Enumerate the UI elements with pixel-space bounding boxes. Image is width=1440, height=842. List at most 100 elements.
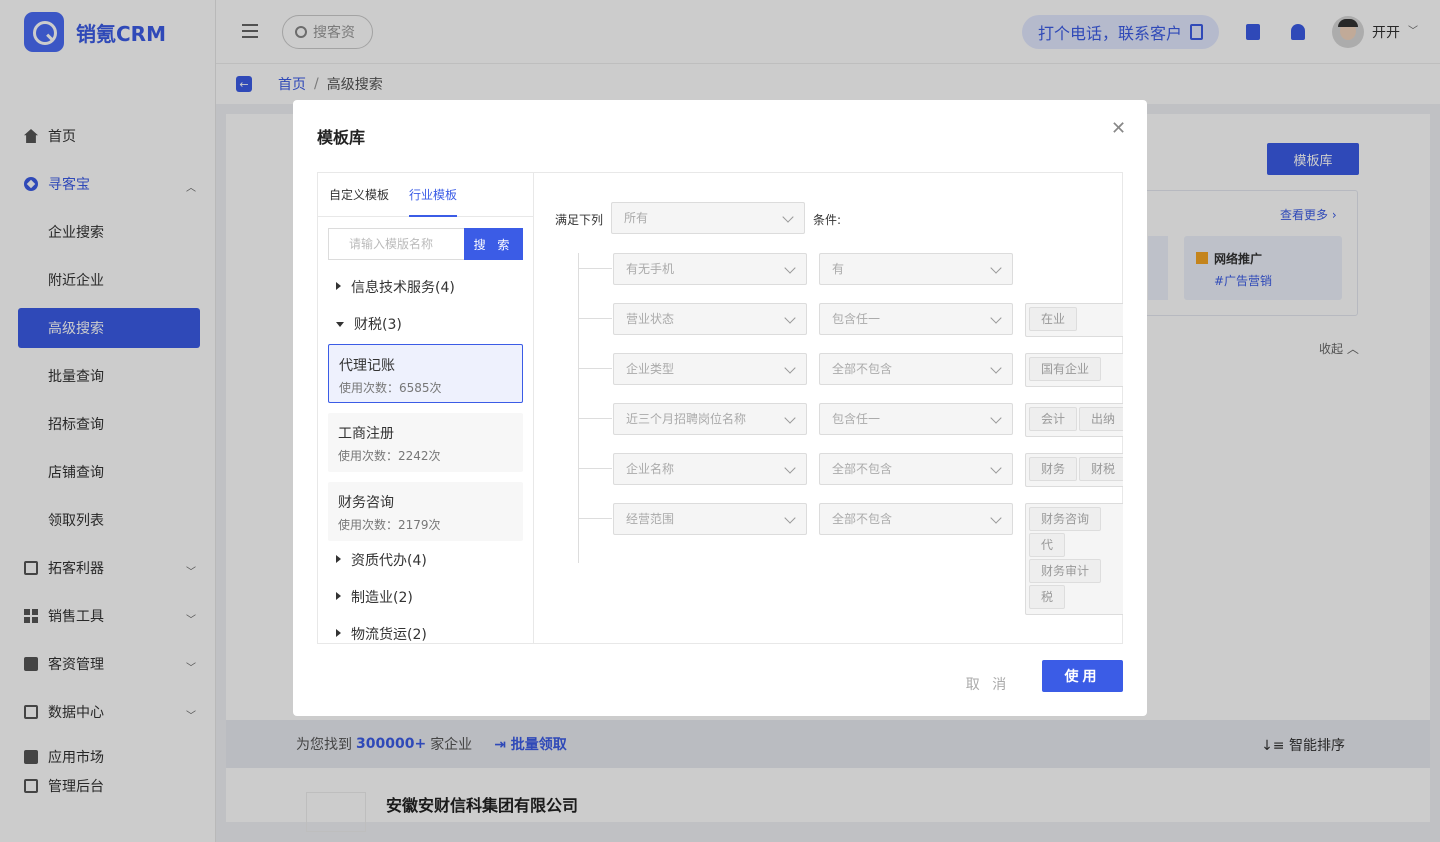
- template-rules-pane: 满足下列 所有 条件: 有无手机 有 营业状态 包含任一 在业 企业类型 全部不: [535, 173, 1123, 643]
- chevron-down-icon: [990, 362, 1002, 374]
- template-library-modal: 模板库 ✕ 自定义模板 行业模板 搜 索 信息技术服务(4) 财税(3) 代理记…: [293, 100, 1147, 716]
- template-name: 工商注册: [338, 426, 394, 442]
- caret-right-icon: [336, 629, 341, 637]
- rule-value-tag: 财务审计: [1029, 559, 1102, 583]
- chevron-down-icon: [784, 462, 796, 474]
- rule-value-tags[interactable]: 财务 财税: [1025, 453, 1123, 487]
- condition-mode-select[interactable]: 所有: [611, 202, 805, 234]
- category-label: 财税(3): [354, 317, 402, 333]
- rule-tree-connector: [578, 518, 612, 519]
- rule-value-tag: 代: [1029, 533, 1066, 557]
- chevron-down-icon: [784, 412, 796, 424]
- chevron-down-icon: [784, 362, 796, 374]
- category-label: 物流货运(2): [351, 627, 427, 643]
- rule-value-tags[interactable]: 会计 出纳: [1025, 403, 1123, 437]
- rule-tree-connector: [578, 418, 612, 419]
- caret-right-icon: [336, 282, 341, 290]
- rule-field-select[interactable]: 企业名称: [613, 453, 807, 485]
- template-card[interactable]: 代理记账 使用次数：6585次: [328, 344, 523, 403]
- condition-suffix: 条件:: [813, 213, 842, 227]
- chevron-down-icon: [990, 412, 1002, 424]
- chevron-down-icon: [990, 512, 1002, 524]
- template-usage: 使用次数：2242次: [338, 449, 441, 463]
- category-item[interactable]: 信息技术服务(4): [336, 277, 455, 297]
- chevron-down-icon: [784, 262, 796, 274]
- chevron-down-icon: [990, 312, 1002, 324]
- rule-operator-value: 全部不包含: [832, 462, 893, 476]
- category-label: 资质代办(4): [351, 553, 427, 569]
- rule-operator-value: 包含任一: [832, 312, 881, 326]
- close-icon[interactable]: ✕: [1111, 118, 1126, 139]
- caret-down-icon: [336, 322, 344, 327]
- rule-operator-select[interactable]: 有: [819, 253, 1013, 285]
- rule-operator-select[interactable]: 全部不包含: [819, 453, 1013, 485]
- rule-value-tags[interactable]: 财务咨询代 财务审计税: [1025, 503, 1123, 615]
- rule-operator-value: 有: [832, 262, 845, 276]
- chevron-down-icon: [784, 512, 796, 524]
- caret-right-icon: [336, 592, 341, 600]
- template-card[interactable]: 财务咨询 使用次数：2179次: [328, 482, 523, 541]
- rule-value-tag: 税: [1029, 585, 1066, 609]
- rule-operator-select[interactable]: 全部不包含: [819, 503, 1013, 535]
- rule-field-select[interactable]: 经营范围: [613, 503, 807, 535]
- rule-field-value: 经营范围: [626, 512, 675, 526]
- rule-tree-connector: [578, 268, 612, 269]
- rule-value-tag: 会计: [1029, 407, 1078, 431]
- rule-operator-select[interactable]: 包含任一: [819, 303, 1013, 335]
- template-search-button[interactable]: 搜 索: [464, 228, 523, 260]
- caret-right-icon: [336, 555, 341, 563]
- template-card[interactable]: 工商注册 使用次数：2242次: [328, 413, 523, 472]
- rule-operator-value: 包含任一: [832, 412, 881, 426]
- rule-value-tag: 出纳: [1079, 407, 1123, 431]
- rule-value-tags[interactable]: 在业: [1025, 303, 1123, 337]
- modal-body: 自定义模板 行业模板 搜 索 信息技术服务(4) 财税(3) 代理记账 使用次数…: [317, 172, 1123, 644]
- rule-operator-select[interactable]: 包含任一: [819, 403, 1013, 435]
- rule-field-select[interactable]: 有无手机: [613, 253, 807, 285]
- tab-custom-templates[interactable]: 自定义模板: [329, 173, 389, 216]
- rule-field-select[interactable]: 企业类型: [613, 353, 807, 385]
- template-tabs: 自定义模板 行业模板: [318, 173, 533, 217]
- rule-field-value: 企业名称: [626, 462, 675, 476]
- rule-tree-line: [578, 253, 579, 563]
- tab-industry-templates[interactable]: 行业模板: [409, 173, 458, 217]
- cancel-button[interactable]: 取 消: [958, 668, 1018, 700]
- category-label: 信息技术服务(4): [351, 280, 455, 296]
- rule-value-tag: 财务咨询: [1029, 507, 1102, 531]
- condition-mode-value: 所有: [624, 211, 649, 225]
- category-item[interactable]: 财税(3): [336, 314, 402, 334]
- category-item[interactable]: 制造业(2): [336, 587, 413, 607]
- rule-value-tag: 财务: [1029, 457, 1078, 481]
- category-label: 制造业(2): [351, 590, 413, 606]
- rule-field-value: 有无手机: [626, 262, 675, 276]
- rule-value-tag: 财税: [1079, 457, 1123, 481]
- category-item[interactable]: 物流货运(2): [336, 624, 427, 643]
- chevron-down-icon: [784, 312, 796, 324]
- condition-prefix: 满足下列: [555, 213, 604, 227]
- rule-operator-select[interactable]: 全部不包含: [819, 353, 1013, 385]
- template-list-pane: 自定义模板 行业模板 搜 索 信息技术服务(4) 财税(3) 代理记账 使用次数…: [318, 173, 534, 643]
- modal-title: 模板库: [317, 128, 366, 147]
- rule-field-select[interactable]: 营业状态: [613, 303, 807, 335]
- template-search: 搜 索: [328, 228, 523, 260]
- chevron-down-icon: [990, 262, 1002, 274]
- template-name: 代理记账: [339, 358, 395, 374]
- rule-operator-value: 全部不包含: [832, 512, 893, 526]
- rule-field-value: 营业状态: [626, 312, 675, 326]
- rule-value-tag: 国有企业: [1029, 357, 1102, 381]
- chevron-down-icon: [990, 462, 1002, 474]
- rule-operator-value: 全部不包含: [832, 362, 893, 376]
- chevron-down-icon: [782, 211, 794, 223]
- rule-value-tag: 在业: [1029, 307, 1078, 331]
- rule-field-value: 企业类型: [626, 362, 675, 376]
- template-usage: 使用次数：6585次: [339, 381, 442, 395]
- template-usage: 使用次数：2179次: [338, 518, 441, 532]
- rule-tree-connector: [578, 318, 612, 319]
- rule-tree-connector: [578, 368, 612, 369]
- rule-value-tags[interactable]: 国有企业: [1025, 353, 1123, 387]
- category-item[interactable]: 资质代办(4): [336, 550, 427, 570]
- template-search-input[interactable]: [328, 228, 464, 260]
- rule-field-select[interactable]: 近三个月招聘岗位名称: [613, 403, 807, 435]
- use-button[interactable]: 使用: [1042, 660, 1123, 692]
- rule-field-value: 近三个月招聘岗位名称: [626, 412, 747, 426]
- rule-tree-connector: [578, 468, 612, 469]
